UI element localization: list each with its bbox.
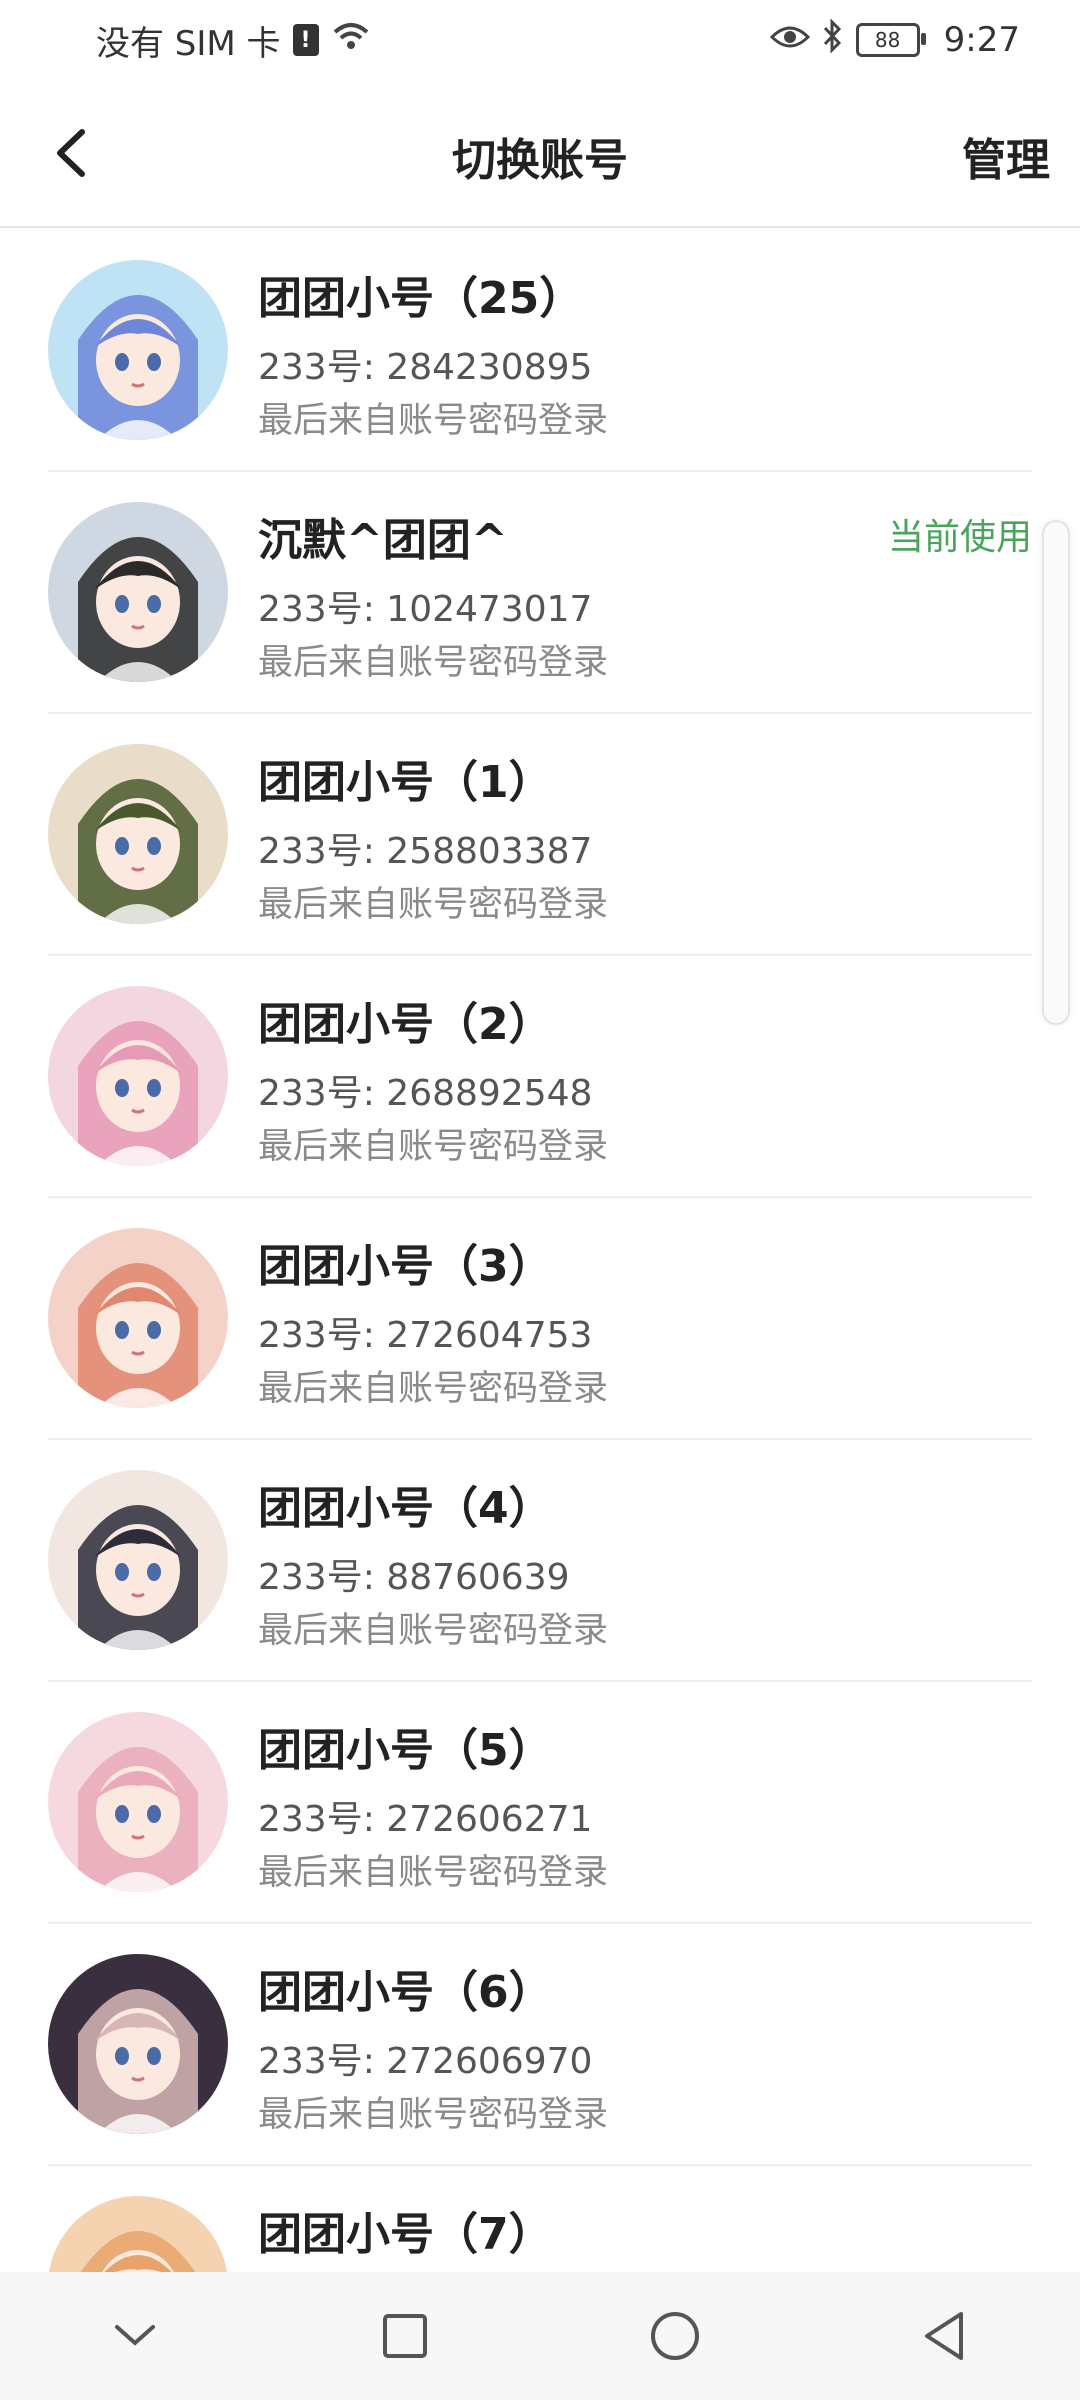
account-id: 233号: 88760639 — [258, 1557, 570, 1598]
account-name: 团团小号（5） — [258, 1725, 553, 1776]
avatar — [48, 1954, 228, 2134]
login-method: 最后来自账号密码登录 — [258, 1853, 609, 1893]
clock-time: 9:27 — [943, 20, 1020, 60]
login-method: 最后来自账号密码登录 — [258, 885, 609, 925]
account-name: 团团小号（7） — [258, 2209, 553, 2260]
page-title: 切换账号 — [452, 135, 628, 186]
triangle-back-icon — [925, 2312, 963, 2360]
account-id: 233号: 268892548 — [258, 1073, 593, 1114]
account-name: 沉默^团团^ — [258, 515, 508, 566]
nav-back-button[interactable] — [900, 2291, 990, 2381]
login-method: 最后来自账号密码登录 — [258, 1127, 609, 1167]
account-id: 233号: 272606271 — [258, 1799, 593, 1840]
system-nav-bar — [0, 2272, 1080, 2400]
account-name: 团团小号（6） — [258, 1967, 553, 2018]
account-id: 233号: 272606970 — [258, 2041, 593, 2082]
top-app-bar: 切换账号 管理 — [0, 80, 1080, 228]
wifi-icon — [331, 20, 371, 61]
chevron-down-icon — [115, 2325, 155, 2346]
avatar — [48, 744, 228, 924]
account-id: 233号: 272604753 — [258, 1315, 593, 1356]
avatar — [48, 1228, 228, 1408]
avatar — [48, 1712, 228, 1892]
scrollbar[interactable] — [1042, 520, 1070, 1025]
account-item[interactable]: 团团小号（6） 233号: 272606970 最后来自账号密码登录 — [48, 1924, 1032, 2166]
account-item[interactable]: 团团小号（3） 233号: 272604753 最后来自账号密码登录 — [48, 1198, 1032, 1440]
login-method: 最后来自账号密码登录 — [258, 1611, 609, 1651]
avatar — [48, 1470, 228, 1650]
account-item[interactable]: 团团小号（25） 233号: 284230895 最后来自账号密码登录 — [48, 230, 1032, 472]
avatar — [48, 986, 228, 1166]
account-id: 233号: 284230895 — [258, 347, 593, 388]
nav-recents-button[interactable] — [360, 2291, 450, 2381]
account-name: 团团小号（2） — [258, 999, 553, 1050]
account-id: 233号: 258803387 — [258, 831, 593, 872]
manage-button[interactable]: 管理 — [962, 124, 1050, 188]
account-name: 团团小号（3） — [258, 1241, 553, 1292]
account-item[interactable]: 团团小号（1） 233号: 258803387 最后来自账号密码登录 — [48, 714, 1032, 956]
account-item-current[interactable]: 沉默^团团^ 233号: 102473017 最后来自账号密码登录 当前使用 — [48, 472, 1032, 714]
nav-collapse-button[interactable] — [90, 2291, 180, 2381]
current-account-badge: 当前使用 — [887, 517, 1032, 558]
nav-home-button[interactable] — [630, 2291, 720, 2381]
account-name: 团团小号（1） — [258, 757, 553, 808]
account-item[interactable]: 团团小号（5） 233号: 272606271 最后来自账号密码登录 — [48, 1682, 1032, 1924]
sim-alert-icon: ! — [292, 24, 319, 56]
status-right: 88 9:27 — [769, 17, 1020, 62]
square-icon — [383, 2314, 427, 2358]
circle-icon — [651, 2312, 699, 2360]
account-list: 团团小号（25） 233号: 284230895 最后来自账号密码登录 沉默^团… — [0, 230, 1080, 2400]
login-method: 最后来自账号密码登录 — [258, 1369, 609, 1409]
eye-icon — [769, 20, 810, 60]
login-method: 最后来自账号密码登录 — [258, 643, 609, 683]
account-name: 团团小号（25） — [258, 273, 584, 324]
account-switch-screen: 没有 SIM 卡 ! 88 9:27 切换账号 管理 团团小号（25） 233号… — [0, 0, 1080, 2400]
account-item[interactable]: 团团小号（2） 233号: 268892548 最后来自账号密码登录 — [48, 956, 1032, 1198]
avatar — [48, 502, 228, 682]
status-bar: 没有 SIM 卡 ! 88 9:27 — [0, 0, 1080, 80]
status-left: 没有 SIM 卡 ! — [96, 16, 371, 65]
account-id: 233号: 102473017 — [258, 589, 593, 630]
login-method: 最后来自账号密码登录 — [258, 2095, 609, 2135]
avatar — [48, 260, 228, 440]
account-name: 团团小号（4） — [258, 1483, 553, 1534]
account-item[interactable]: 团团小号（4） 233号: 88760639 最后来自账号密码登录 — [48, 1440, 1032, 1682]
battery-icon: 88 — [855, 23, 926, 57]
bluetooth-icon — [822, 17, 844, 62]
login-method: 最后来自账号密码登录 — [258, 401, 609, 441]
carrier-text: 没有 SIM 卡 — [96, 23, 281, 64]
